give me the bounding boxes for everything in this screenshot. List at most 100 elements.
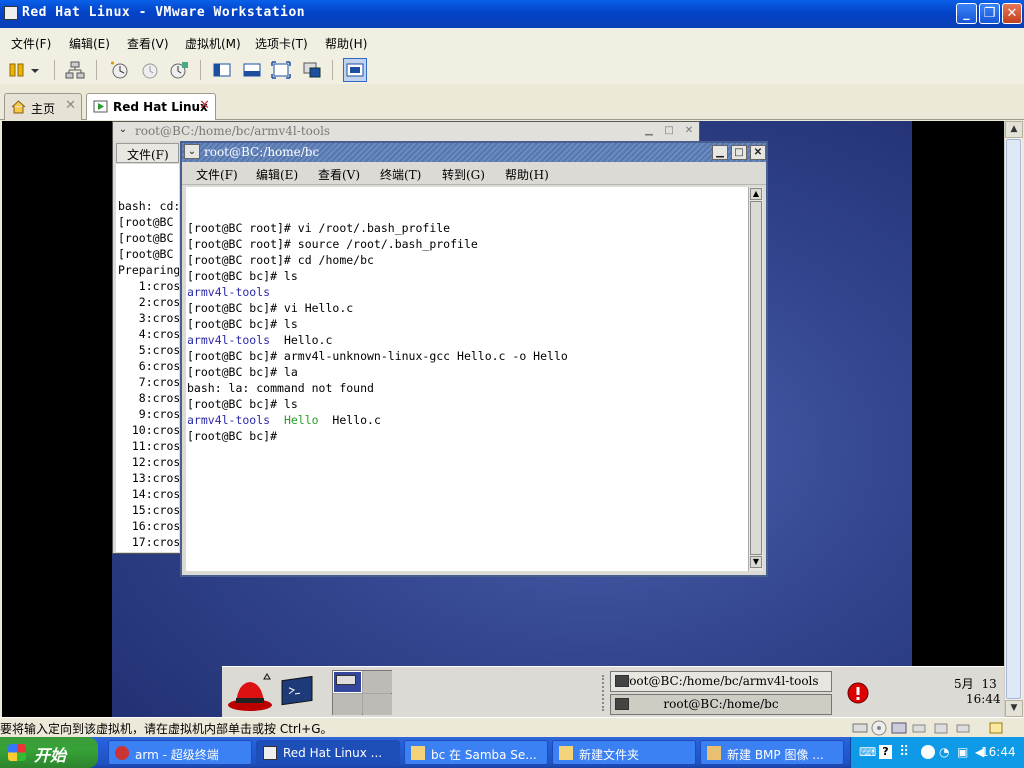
back-maximize-button[interactable]: □ (661, 124, 677, 139)
scroll-thumb[interactable] (750, 201, 762, 555)
terminal-line: 11:cros (118, 439, 179, 453)
taskbar-button-new-folder[interactable]: 新建文件夹 (552, 740, 696, 765)
front-menu-help[interactable]: 帮助(H) (505, 166, 549, 183)
close-button[interactable]: ✕ (1002, 3, 1022, 24)
minimize-button[interactable]: _ (956, 3, 977, 24)
terminal-launcher-icon[interactable] (280, 675, 318, 711)
scroll-up-arrow[interactable]: ▲ (1005, 121, 1023, 138)
front-menu-file[interactable]: 文件(F) (196, 166, 238, 183)
printer-icon[interactable] (955, 720, 971, 736)
vmware-title-bar[interactable]: Red Hat Linux - VMware Workstation _ ❐ ✕ (0, 0, 1024, 28)
menu-help[interactable]: 帮助(H) (325, 35, 367, 52)
front-close-button[interactable]: ✕ (750, 145, 766, 160)
qq-icon[interactable]: ◔ (939, 745, 949, 759)
window-menu-icon[interactable]: ⌄ (184, 144, 200, 159)
taskbar-button-paint[interactable]: 新建 BMP 图像 ... (700, 740, 844, 765)
keyboard-icon[interactable]: ⌨ (859, 745, 876, 759)
fullscreen-icon[interactable] (270, 59, 292, 81)
back-terminal-title-bar[interactable]: ⌄ root@BC:/home/bc/armv4l-tools ▁ □ ✕ (113, 122, 699, 141)
sidebar-view-icon[interactable] (211, 59, 233, 81)
gnome-desktop[interactable]: ⌄ root@BC:/home/bc/armv4l-tools ▁ □ ✕ 文件… (112, 121, 1004, 717)
menu-edit[interactable]: 编辑(E) (69, 35, 110, 52)
network-icon[interactable] (64, 59, 86, 81)
menu-file[interactable]: 文件(F) (11, 35, 51, 52)
menu-view[interactable]: 查看(V) (127, 35, 169, 52)
scroll-down-arrow[interactable]: ▼ (750, 556, 762, 568)
cd-rom-icon[interactable] (871, 720, 887, 736)
taskbar-button-hyperterminal[interactable]: arm - 超级终端 (108, 740, 252, 765)
folder-icon (411, 746, 425, 760)
sound-card-icon[interactable] (933, 720, 949, 736)
menu-vm[interactable]: 虚拟机(M) (185, 35, 241, 52)
front-menu-terminal[interactable]: 终端(T) (380, 166, 421, 183)
scroll-up-arrow[interactable]: ▲ (750, 188, 762, 200)
unity-view-icon[interactable] (301, 59, 323, 81)
panel-task-armv4l-tools[interactable]: root@BC:/home/bc/armv4l-tools (610, 671, 832, 692)
message-log-icon[interactable] (988, 720, 1004, 736)
console-view-icon[interactable] (241, 59, 263, 81)
network-adapter-icon[interactable] (891, 720, 907, 736)
red-hat-menu-icon[interactable] (226, 673, 274, 713)
taskbar-button-label: bc 在 Samba Se... (431, 748, 537, 762)
panel-clock-date[interactable]: 5月 13 三 (954, 675, 1004, 692)
front-menu-view[interactable]: 查看(V) (318, 166, 360, 183)
windows-taskbar: 开始 arm - 超级终端 Red Hat Linux ... bc 在 Sam… (0, 737, 1024, 768)
panel-task-home-bc[interactable]: root@BC:/home/bc (610, 694, 832, 715)
front-menu-edit[interactable]: 编辑(E) (256, 166, 298, 183)
pause-icon[interactable] (6, 59, 28, 81)
workspace-1[interactable] (333, 671, 362, 693)
vm-screen[interactable]: ⌄ root@BC:/home/bc/armv4l-tools ▁ □ ✕ 文件… (2, 121, 1004, 717)
input-method-icon[interactable]: ⠿ (899, 744, 909, 760)
taskbar-button-label: arm - 超级终端 (135, 748, 219, 762)
usb-icon[interactable] (911, 720, 927, 736)
tab-home[interactable]: 主页 ✕ (4, 93, 82, 120)
start-button[interactable]: 开始 (0, 737, 98, 768)
menu-tabs[interactable]: 选项卡(T) (255, 35, 308, 52)
workspace-3[interactable] (333, 694, 362, 715)
tab-home-close-icon[interactable]: ✕ (65, 98, 76, 113)
front-terminal-output[interactable]: [root@BC root]# vi /root/.bash_profile [r… (186, 187, 748, 571)
tray-arrow-icon[interactable] (921, 745, 935, 759)
taskbar-button-vmware[interactable]: Red Hat Linux ... (256, 740, 400, 765)
front-menu-go[interactable]: 转到(G) (442, 166, 485, 183)
restore-button[interactable]: ❐ (979, 3, 1000, 24)
vm-scroll-thumb[interactable] (1006, 139, 1021, 699)
back-minimize-button[interactable]: ▁ (641, 124, 657, 139)
network-tray-icon[interactable]: ▣ (957, 745, 968, 759)
workspace-2[interactable] (363, 671, 392, 693)
taskbar-button-label: 新建 BMP 图像 ... (727, 748, 824, 762)
front-minimize-button[interactable]: ▁ (712, 145, 728, 160)
snapshot-icon[interactable] (108, 59, 130, 81)
back-terminal-output[interactable]: bash: cd: [root@BC [root@BC [root@BC Prepari… (116, 164, 179, 552)
terminal-line: [root@BC bc]# ls (187, 317, 298, 331)
window-menu-icon[interactable]: ⌄ (115, 123, 131, 138)
panel-clock-time[interactable]: 16:44 (966, 692, 1001, 706)
taskbar-button-label: Red Hat Linux ... (283, 746, 383, 760)
tab-red-hat-linux[interactable]: Red Hat Linux ✕ (86, 93, 216, 120)
workspace-4[interactable] (363, 694, 392, 715)
front-terminal-title-bar[interactable]: ⌄ root@BC:/home/bc ▁ □ ✕ (182, 143, 766, 162)
front-terminal-scrollbar[interactable]: ▲ ▼ (748, 187, 763, 571)
tasklist-handle[interactable] (602, 675, 606, 711)
back-close-button[interactable]: ✕ (681, 124, 697, 139)
snapshot-manager-icon[interactable] (168, 59, 190, 81)
front-maximize-button[interactable]: □ (731, 145, 747, 160)
taskbar-button-samba[interactable]: bc 在 Samba Se... (404, 740, 548, 765)
front-terminal-window[interactable]: ⌄ root@BC:/home/bc ▁ □ ✕ 文件(F) 编辑(E) 查看(… (180, 141, 768, 577)
scroll-down-arrow[interactable]: ▼ (1005, 700, 1023, 717)
help-icon[interactable]: ? (879, 745, 892, 759)
hard-disk-icon[interactable] (852, 720, 868, 736)
terminal-line: [root@BC (118, 215, 174, 229)
revert-snapshot-icon[interactable] (138, 59, 160, 81)
terminal-line: 14:cros (118, 487, 179, 501)
vm-vertical-scrollbar[interactable]: ▲ ▼ (1004, 121, 1023, 717)
chevron-down-icon[interactable] (28, 59, 42, 81)
tab-red-hat-linux-close-icon[interactable]: ✕ (199, 98, 210, 113)
toolbar-separator (332, 60, 333, 80)
workspace-switcher[interactable] (332, 670, 392, 715)
alert-icon[interactable] (847, 682, 869, 704)
terminal-line: [root@BC bc]# la (187, 365, 298, 379)
tray-clock[interactable]: 16:44 (981, 745, 1016, 759)
back-menu-file[interactable]: 文件(F) (127, 146, 169, 163)
quick-switch-icon[interactable] (343, 58, 367, 82)
